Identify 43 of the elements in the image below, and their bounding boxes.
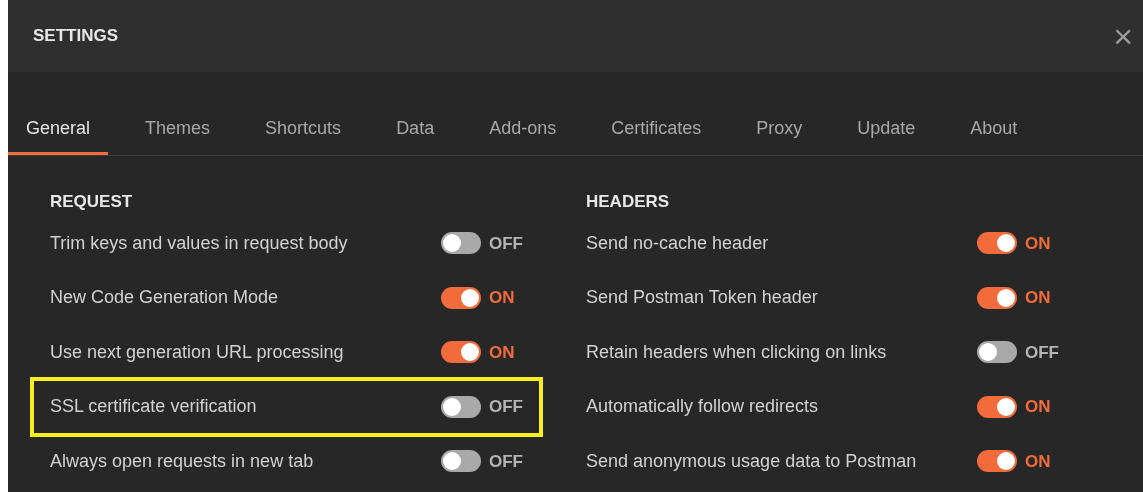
- setting-label: Automatically follow redirects: [586, 395, 820, 419]
- tab[interactable]: About: [952, 105, 1036, 155]
- tab[interactable]: Data: [378, 105, 453, 155]
- tab[interactable]: Shortcuts: [247, 105, 360, 155]
- toggle-state: OFF: [489, 232, 523, 255]
- toggle-switch[interactable]: [977, 395, 1017, 418]
- toggle-switch[interactable]: [441, 341, 481, 364]
- tab[interactable]: Certificates: [593, 105, 720, 155]
- setting-label: New Code Generation Mode: [50, 286, 280, 310]
- setting-label: Send Postman Token header: [586, 286, 819, 310]
- toggle-state: OFF: [489, 396, 523, 418]
- setting-label: Send anonymous usage data to Postman: [586, 449, 918, 473]
- toggle-state: OFF: [1025, 341, 1059, 364]
- toggle-state: OFF: [489, 450, 523, 473]
- section-heading: HEADERS: [586, 191, 671, 213]
- window-title: SETTINGS: [33, 25, 118, 48]
- toggle-state: ON: [489, 287, 515, 309]
- toggle-state: ON: [1025, 232, 1051, 255]
- toggle-state: ON: [1025, 450, 1051, 473]
- setting-label: Use next generation URL processing: [50, 340, 345, 364]
- toggle-switch[interactable]: [977, 341, 1017, 364]
- setting-label: Always open requests in new tab: [50, 449, 315, 473]
- toggle-switch[interactable]: [977, 286, 1017, 309]
- toggle-state: ON: [1025, 396, 1051, 418]
- setting-label: SSL certificate verification: [50, 395, 258, 419]
- toggle-state: ON: [1025, 287, 1051, 309]
- toggle-switch[interactable]: [441, 286, 481, 309]
- close-button[interactable]: ×: [1109, 19, 1137, 53]
- toggle-switch[interactable]: [441, 395, 481, 418]
- tab[interactable]: General: [8, 105, 109, 155]
- setting-label: Retain headers when clicking on links: [586, 340, 888, 364]
- toggle-switch[interactable]: [977, 450, 1017, 473]
- toggle-state: ON: [489, 341, 515, 364]
- tab[interactable]: Themes: [127, 105, 229, 155]
- setting-label: Trim keys and values in request body: [50, 231, 349, 255]
- tab[interactable]: Add-ons: [471, 105, 575, 155]
- setting-label: Send no-cache header: [586, 231, 770, 255]
- toggle-switch[interactable]: [977, 232, 1017, 255]
- tab[interactable]: Proxy: [738, 105, 821, 155]
- tab[interactable]: Update: [839, 105, 934, 155]
- section-heading: REQUEST: [50, 191, 134, 213]
- toggle-switch[interactable]: [441, 232, 481, 255]
- toggle-switch[interactable]: [441, 450, 481, 473]
